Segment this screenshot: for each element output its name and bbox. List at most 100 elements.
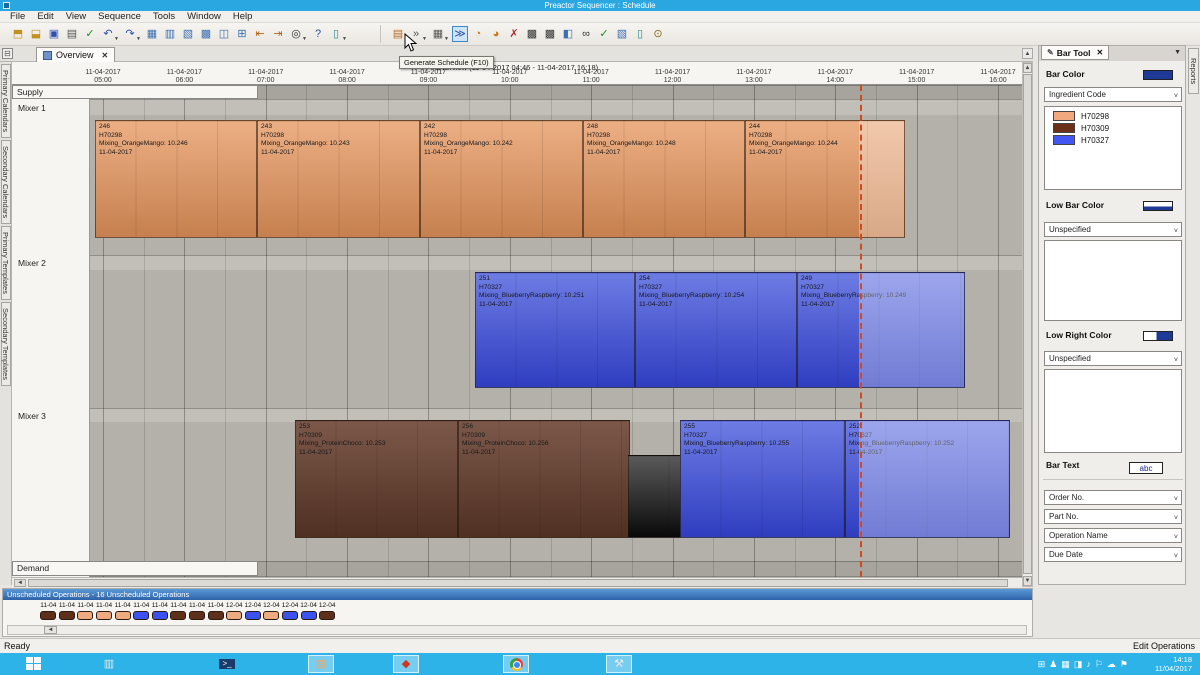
gantt-bar-changeover[interactable] bbox=[628, 455, 682, 538]
sidebar-tab-secondary-templates[interactable]: Secondary Templates bbox=[1, 302, 11, 387]
notes-icon[interactable]: ▯ bbox=[632, 26, 648, 42]
hscroll-thumb[interactable] bbox=[28, 579, 1008, 587]
gantt-bar-255[interactable]: 255 H70327 Mixing_BlueberryRaspberry: 10.2… bbox=[680, 420, 845, 538]
tab-close-icon[interactable]: ✕ bbox=[102, 51, 109, 60]
menu-file[interactable]: File bbox=[4, 11, 31, 22]
bar-text-sample[interactable]: abc bbox=[1129, 462, 1163, 474]
redo-icon[interactable]: ↷ ▼ bbox=[122, 26, 141, 42]
low-right-color-swatch[interactable] bbox=[1143, 331, 1173, 341]
menu-window[interactable]: Window bbox=[181, 11, 227, 22]
help-icon[interactable]: ? bbox=[310, 26, 326, 42]
legend-item-H70327[interactable]: H70327 bbox=[1053, 135, 1181, 145]
server-manager-icon[interactable]: ▥ bbox=[96, 655, 122, 673]
unscheduled-op-12[interactable]: 12-04 bbox=[244, 602, 263, 620]
panel-collapse-button[interactable]: ▲ bbox=[1022, 48, 1033, 59]
tray-icon-6[interactable]: ⚐ bbox=[1095, 658, 1103, 670]
infinite-capacity-icon[interactable]: ∞ bbox=[578, 26, 594, 42]
import-icon[interactable]: ⬓ bbox=[28, 26, 44, 42]
check-schedule-icon[interactable]: ✓ bbox=[596, 26, 612, 42]
edit-chart-icon[interactable]: ▧ bbox=[614, 26, 630, 42]
gantt-bar-243[interactable]: 243 H70298 Mixing_OrangeMango: 10.243 11-04… bbox=[257, 120, 420, 238]
unscheduled-op-14[interactable]: 12-04 bbox=[281, 602, 300, 620]
move-later-icon[interactable]: ◕ bbox=[488, 26, 504, 42]
merge-ops-icon[interactable]: ◧ bbox=[560, 26, 576, 42]
ingredient-legend-list[interactable]: H70298 H70309 H70327 bbox=[1044, 106, 1182, 190]
sidebar-tab-secondary-calendars[interactable]: Secondary Calendars bbox=[1, 140, 11, 225]
unscheduled-op-6[interactable]: 11-04 bbox=[132, 602, 151, 620]
color-by-dropdown[interactable]: Ingredient Code ˅ bbox=[1044, 87, 1182, 102]
undo-icon[interactable]: ↶ ▼ bbox=[100, 26, 119, 42]
sequence-in-icon[interactable]: ⇤ bbox=[252, 26, 268, 42]
unscheduled-op-15[interactable]: 12-04 bbox=[299, 602, 318, 620]
scroll-left-icon[interactable]: ◄ bbox=[44, 626, 57, 634]
unscheduled-op-1[interactable]: 11-04 bbox=[39, 602, 58, 620]
find-icon[interactable]: ◎ ▼ bbox=[288, 26, 307, 42]
tray-icon-4[interactable]: ◨ bbox=[1074, 658, 1083, 670]
bar-text-field-3[interactable]: Operation Name ˅ bbox=[1044, 528, 1182, 543]
bar-text-field-4[interactable]: Due Date ˅ bbox=[1044, 547, 1182, 562]
tools-app-icon[interactable]: ⚒ bbox=[606, 655, 632, 673]
lock-icon[interactable]: ⊙ bbox=[650, 26, 666, 42]
bar-tool-close-icon[interactable]: ✕ bbox=[1097, 48, 1104, 57]
view-board-icon[interactable]: ▩ bbox=[198, 26, 214, 42]
unscheduled-op-2[interactable]: 11-04 bbox=[58, 602, 77, 620]
print-icon[interactable]: ▤ bbox=[64, 26, 80, 42]
move-earlier-icon[interactable]: ◔ bbox=[470, 26, 486, 42]
pin-icon[interactable]: ⊟ bbox=[2, 48, 13, 59]
chrome-icon[interactable] bbox=[503, 655, 529, 673]
gantt-bar-256[interactable]: 256 H70309 Mixing_ProteinChoco: 10.256 11-0… bbox=[458, 420, 630, 538]
unscheduled-op-7[interactable]: 11-04 bbox=[151, 602, 170, 620]
low-right-list[interactable] bbox=[1044, 369, 1182, 453]
sequence-out-icon[interactable]: ⇥ bbox=[270, 26, 286, 42]
gantt-bar-251[interactable]: 251 H70327 Mixing_BlueberryRaspberry: 10.2… bbox=[475, 272, 635, 388]
generate-schedule-icon[interactable]: ≫ bbox=[452, 26, 468, 42]
unscheduled-op-5[interactable]: 11-04 bbox=[113, 602, 132, 620]
folder-app-icon[interactable]: ▨ bbox=[308, 655, 334, 673]
low-right-dropdown[interactable]: Unspecified ˅ bbox=[1044, 351, 1182, 366]
gantt-bar-249[interactable]: 249 H70327 Mixing_BlueberryRaspberry: 10.2… bbox=[797, 272, 965, 388]
validate-icon[interactable]: ✓ bbox=[82, 26, 98, 42]
unscheduled-op-4[interactable]: 11-04 bbox=[95, 602, 114, 620]
save-icon[interactable]: ▣ bbox=[46, 26, 62, 42]
tray-icon-7[interactable]: ☁ bbox=[1107, 658, 1116, 670]
menu-tools[interactable]: Tools bbox=[147, 11, 181, 22]
legend-item-H70298[interactable]: H70298 bbox=[1053, 111, 1181, 121]
tab-overview[interactable]: Overview ✕ bbox=[36, 47, 116, 62]
view-split-icon[interactable]: ◫ bbox=[216, 26, 232, 42]
taskbar-clock[interactable]: 14:18 11/04/2017 bbox=[1155, 655, 1192, 673]
low-bar-list[interactable] bbox=[1044, 240, 1182, 321]
gantt-bar-254[interactable]: 254 H70327 Mixing_BlueberryRaspberry: 10.2… bbox=[635, 272, 797, 388]
legend-item-H70309[interactable]: H70309 bbox=[1053, 123, 1181, 133]
start-button[interactable] bbox=[26, 657, 42, 671]
unscheduled-op-11[interactable]: 12-04 bbox=[225, 602, 244, 620]
gantt-bar-246[interactable]: 246 H70298 Mixing_OrangeMango: 10.246 11-04… bbox=[95, 120, 257, 238]
unscheduled-op-3[interactable]: 11-04 bbox=[76, 602, 95, 620]
matrix-b-icon[interactable]: ▩ bbox=[542, 26, 558, 42]
matrix-a-icon[interactable]: ▩ bbox=[524, 26, 540, 42]
gantt-chart[interactable]: Overview (11-04-2017 04:46 - 11-04-2017 … bbox=[12, 62, 1022, 587]
open-icon[interactable]: ⬒ bbox=[10, 26, 26, 42]
menu-edit[interactable]: Edit bbox=[31, 11, 59, 22]
unscheduled-op-16[interactable]: 12-04 bbox=[318, 602, 337, 620]
chart-vertical-scrollbar[interactable]: ▲ ▼ bbox=[1022, 62, 1033, 587]
gantt-bar-252[interactable]: 252 H70327 Mixing_BlueberryRaspberry: 10.2… bbox=[845, 420, 1010, 538]
view-table-icon[interactable]: ▥ bbox=[162, 26, 178, 42]
bar-tool-tab[interactable]: ✎ Bar Tool ✕ bbox=[1041, 45, 1110, 60]
view-chart-icon[interactable]: ▧ bbox=[180, 26, 196, 42]
tray-icon-3[interactable]: ▦ bbox=[1061, 658, 1070, 670]
chart-horizontal-scrollbar[interactable]: ◄ bbox=[12, 577, 1022, 587]
preactor-app-icon[interactable]: ◆ bbox=[393, 655, 419, 673]
unscheduled-scrollbar[interactable]: ◄ bbox=[7, 625, 1027, 635]
log-icon[interactable]: ▯ ▼ bbox=[328, 26, 347, 42]
unschedule-icon[interactable]: ✗ bbox=[506, 26, 522, 42]
vscroll-thumb[interactable] bbox=[1023, 74, 1032, 574]
gantt-bar-253[interactable]: 253 H70309 Mixing_ProteinChoco: 10.253 11-0… bbox=[295, 420, 458, 538]
view-window-icon[interactable]: ⊞ bbox=[234, 26, 250, 42]
bar-text-field-2[interactable]: Part No. ˅ bbox=[1044, 509, 1182, 524]
scroll-down-icon[interactable]: ▼ bbox=[1023, 576, 1032, 586]
low-bar-color-swatch[interactable] bbox=[1143, 201, 1173, 211]
powershell-icon[interactable]: >_ bbox=[214, 655, 240, 673]
schedule-grid-icon[interactable]: ▦ ▼ bbox=[430, 26, 449, 42]
reports-side-tab[interactable]: Reports bbox=[1188, 48, 1199, 94]
tray-icon-5[interactable]: ♪ bbox=[1086, 658, 1091, 670]
